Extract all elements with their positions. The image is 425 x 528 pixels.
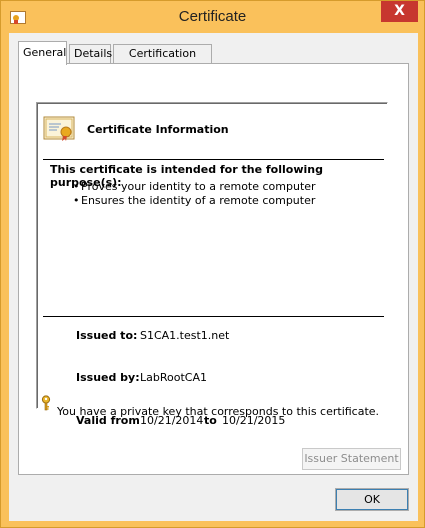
private-key-note: You have a private key that corresponds … xyxy=(57,405,380,418)
list-item: • Proves your identity to a remote comput… xyxy=(73,180,316,193)
dialog-client-area: General Details Certification Path Certi… xyxy=(9,33,418,521)
issued-to-value: S1CA1.test1.net xyxy=(140,329,230,342)
list-item: • Ensures the identity of a remote comput… xyxy=(73,194,316,207)
divider xyxy=(43,159,384,160)
certificate-info-box: Certificate Information This certificate… xyxy=(36,102,388,427)
certificate-dialog: Certificate X General Details Certificat… xyxy=(0,0,425,528)
purpose-list: • Proves your identity to a remote comput… xyxy=(73,180,316,208)
title-bar[interactable]: Certificate X xyxy=(1,1,424,33)
close-button[interactable]: X xyxy=(381,1,418,22)
general-tab-panel: Certificate Information This certificate… xyxy=(18,63,409,475)
certificate-icon xyxy=(43,116,75,141)
key-icon xyxy=(41,395,51,411)
issuer-statement-button[interactable]: Issuer Statement xyxy=(302,448,401,470)
tab-certification-path[interactable]: Certification Path xyxy=(113,44,212,78)
tab-details[interactable]: Details xyxy=(69,44,112,64)
certificate-info-title: Certificate Information xyxy=(87,123,229,136)
ok-button[interactable]: OK xyxy=(335,488,409,511)
issued-by-label: Issued by: xyxy=(76,371,140,384)
issued-by-value: LabRootCA1 xyxy=(140,371,207,384)
tab-general[interactable]: General xyxy=(18,41,67,65)
divider xyxy=(43,316,384,317)
issued-to-label: Issued to: xyxy=(76,329,138,342)
window-title: Certificate xyxy=(178,8,247,25)
